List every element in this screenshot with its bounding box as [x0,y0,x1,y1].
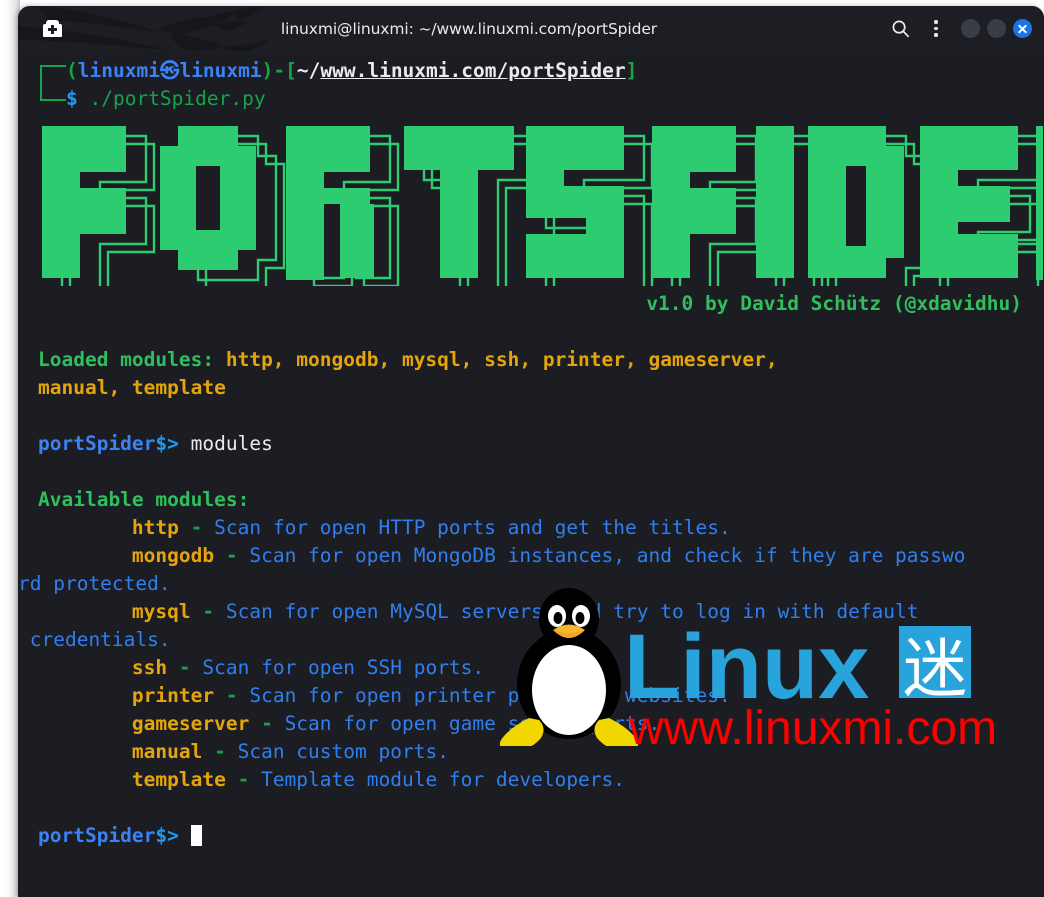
prompt-bracket-open: [ [285,59,297,82]
module-name: manual [131,740,203,763]
window-controls [882,11,1044,47]
window-titlebar: linuxmi@linuxmi: ~/www.linuxmi.com/portS… [18,6,1044,51]
prompt-paren-close: ) [261,59,274,82]
window-title: linuxmi@linuxmi: ~/www.linuxmi.com/portS… [280,19,658,38]
module-row-ssh: ssh - Scan for open SSH ports. [38,654,1044,682]
terminal-output[interactable]: (linuxmi㉿linuxmi)-[~/www.linuxmi.com/por… [18,51,1044,897]
maximize-button[interactable] [987,19,1006,38]
loaded-modules-label: Loaded modules: [38,348,215,371]
kali-prompt: (linuxmi㉿linuxmi)-[~/www.linuxmi.com/por… [38,57,1044,113]
module-row-manual: manual - Scan custom ports. [38,738,1044,766]
portspider-ascii-banner [38,118,1043,288]
shell-name: portSpider [38,824,156,847]
prompt-bracket-close: ] [625,59,638,82]
kebab-menu-icon [934,20,938,37]
prompt-at-icon: ㉿ [159,59,180,82]
module-description: Scan for open printer ports and websites… [249,684,731,707]
module-separator: - [202,740,238,763]
module-separator: - [190,600,226,623]
module-row-template: template - Template module for developer… [38,766,1044,794]
prompt-line-2: $ ./portSpider.py [38,85,1044,113]
module-name: template [131,768,226,791]
menu-button[interactable] [918,11,954,47]
shell-symbol: $> [155,432,179,455]
shell-entered-command: modules [178,432,273,455]
module-description: Scan for open MySQL servers, and try to … [225,600,919,623]
module-row-http: http - Scan for open HTTP ports and get … [38,514,1044,542]
module-description: Template module for developers. [261,768,626,791]
banner-art [42,126,1043,286]
shell-prompt-line-active[interactable]: portSpider$> [38,822,1044,850]
module-name: mongodb [131,544,215,567]
module-row-mysql-wrap: credentials. [30,626,1044,654]
module-description: Scan for open game server ports. [284,712,661,735]
prompt-line-1: (linuxmi㉿linuxmi)-[~/www.linuxmi.com/por… [38,57,1044,85]
module-row-mongodb: mongodb - Scan for open MongoDB instance… [38,542,1044,570]
module-name: http [131,516,179,539]
module-description: Scan for open MongoDB instances, and che… [249,544,966,567]
prompt-bracket-icon [40,65,66,101]
prompt-user: linuxmi [77,59,160,82]
page-background: linuxmi@linuxmi: ~/www.linuxmi.com/portS… [0,0,1044,897]
module-separator: - [167,656,203,679]
module-description-wrap: rd protected. [18,572,171,595]
module-description: Scan custom ports. [237,740,449,763]
search-icon [892,20,909,38]
prompt-command: ./portSpider.py [77,87,266,110]
module-description: Scan for open SSH ports. [202,656,485,679]
loaded-modules-values-2: manual, template [38,376,226,399]
module-name: printer [131,684,215,707]
module-row-gameserver: gameserver - Scan for open game server p… [38,710,1044,738]
module-row-printer: printer - Scan for open printer ports an… [38,682,1044,710]
minimize-button[interactable] [961,19,980,38]
module-description-wrap: credentials. [18,628,171,651]
available-modules-header: Available modules: [38,486,1044,514]
search-button[interactable] [882,11,918,47]
shell-input-spacer [179,824,191,847]
module-separator: - [178,516,215,539]
prompt-dollar: $ [66,87,78,110]
prompt-host: linuxmi [179,59,262,82]
text-cursor [190,825,202,846]
version-credit-line: v1.0 by David Schütz (@xdavidhu) [646,292,1022,315]
close-button[interactable] [1013,19,1032,38]
loaded-modules-line-1: Loaded modules: http, mongodb, mysql, ss… [38,346,1044,374]
module-row-mongodb-wrap: rd protected. [18,570,1044,598]
prompt-path: www.linuxmi.com/portSpider [320,59,626,82]
loaded-modules-line-2: manual, template [38,374,1044,402]
module-separator: - [214,544,250,567]
prompt-tilde: ~/ [296,59,321,82]
module-name: ssh [131,656,168,679]
shell-prompt-line-entered: portSpider$> modules [38,430,1044,458]
loaded-modules-values-1: http, mongodb, mysql, ssh, printer, game… [214,348,778,371]
module-name: gameserver [131,712,250,735]
shell-name: portSpider [38,432,156,455]
module-separator: - [225,768,262,791]
module-name: mysql [131,600,191,623]
module-row-mysql: mysql - Scan for open MySQL servers, and… [38,598,1044,626]
module-separator: - [214,684,250,707]
terminal-window: linuxmi@linuxmi: ~/www.linuxmi.com/portS… [18,6,1044,897]
available-modules-header-text: Available modules: [38,488,250,511]
module-description: Scan for open HTTP ports and get the tit… [214,516,731,539]
shell-symbol: $> [155,824,179,847]
module-separator: - [249,712,285,735]
prompt-paren-open: ( [66,59,78,82]
prompt-dash: - [273,59,286,82]
